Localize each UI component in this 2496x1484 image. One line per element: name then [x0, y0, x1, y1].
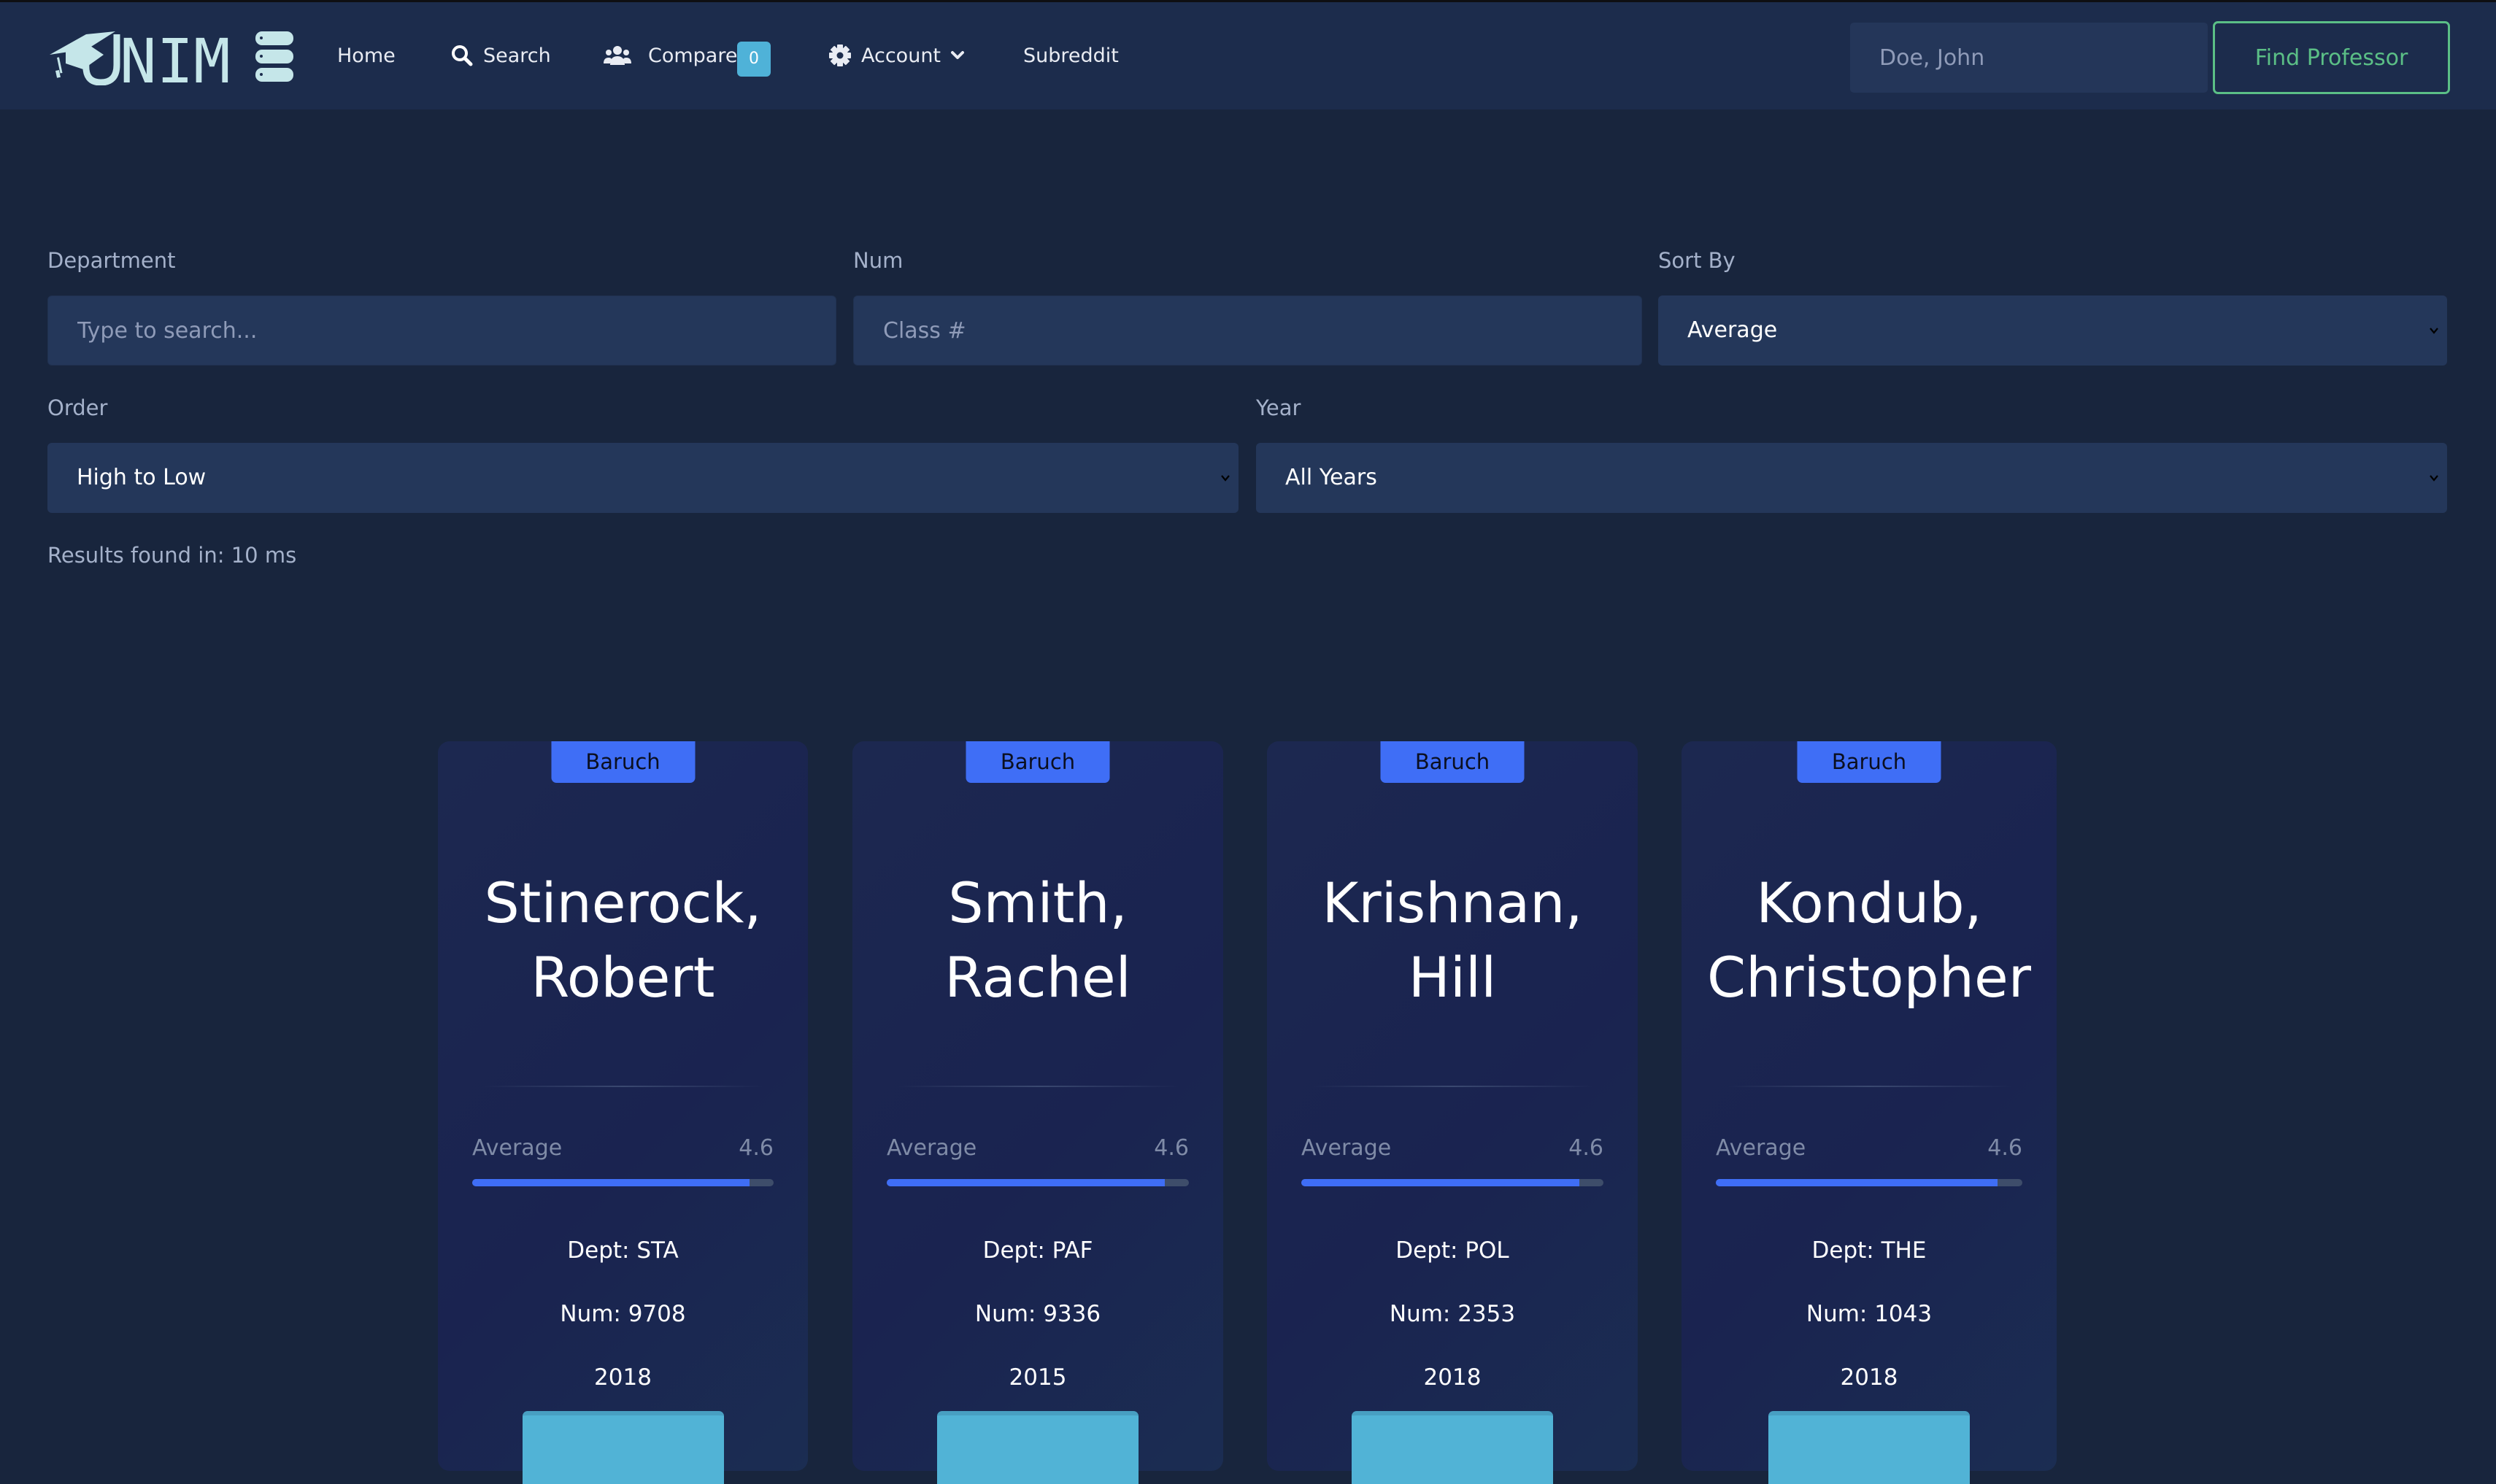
unime-logo[interactable]: NIM [44, 27, 296, 85]
school-badge: Baruch [966, 741, 1110, 783]
chevron-down-icon [2430, 328, 2438, 334]
average-progress-bar [887, 1179, 1189, 1186]
card-divider [1311, 1086, 1594, 1087]
navbar: NIM Home Search Compare 0 Account Subred… [0, 2, 2496, 109]
find-professor-button[interactable]: Find Professor [2213, 21, 2450, 94]
card-dept: Dept: THE [1811, 1237, 1927, 1264]
card-year: 2018 [1423, 1364, 1482, 1391]
chevron-down-icon [2430, 475, 2438, 482]
professor-last-name: Stinerock, [484, 870, 762, 935]
professor-last-name: Krishnan, [1322, 870, 1583, 935]
average-progress-fill [472, 1179, 750, 1186]
nav-compare-link[interactable]: Compare [648, 40, 737, 72]
sort-by-value: Average [1687, 317, 1778, 343]
chevron-down-icon [1221, 475, 1230, 482]
department-label: Department [47, 248, 176, 273]
card-num: Num: 9336 [974, 1301, 1101, 1327]
professor-card[interactable]: Baruch Stinerock, Robert Average 4.6 Dep… [438, 741, 808, 1484]
professor-last-name: Kondub, [1756, 870, 1982, 935]
card-divider [1726, 1086, 2012, 1087]
stat-value: 4.6 [1568, 1135, 1603, 1161]
department-input[interactable] [47, 295, 836, 366]
stat-label: Average [1716, 1135, 1806, 1161]
card-num: Num: 9708 [560, 1301, 686, 1327]
professor-card[interactable]: Baruch Kondub, Christopher Average 4.6 D… [1682, 741, 2057, 1484]
card-action-button[interactable] [522, 1411, 724, 1484]
school-badge: Baruch [551, 741, 695, 783]
class-number-input[interactable] [853, 295, 1642, 366]
card-action-button[interactable] [1768, 1411, 1970, 1484]
average-progress-fill [1301, 1179, 1579, 1186]
school-badge: Baruch [1797, 741, 1941, 783]
logo-text: NIM [120, 27, 231, 85]
year-select[interactable]: All Years [1256, 443, 2447, 513]
nav-account-dropdown[interactable]: Account [861, 40, 941, 72]
year-label: Year [1256, 395, 1301, 420]
card-action-button[interactable] [1352, 1411, 1553, 1484]
average-progress-fill [887, 1179, 1165, 1186]
stat-label: Average [887, 1135, 977, 1161]
compare-count-badge: 0 [737, 42, 771, 77]
search-icon [452, 45, 473, 66]
chevron-down-icon[interactable] [950, 49, 965, 62]
nav-home-link[interactable]: Home [337, 40, 396, 72]
professor-card[interactable]: Baruch Smith, Rachel Average 4.6 Dept: P… [852, 741, 1223, 1484]
sort-by-label: Sort By [1658, 248, 1736, 273]
card-num: Num: 2353 [1389, 1301, 1516, 1327]
stat-value: 4.6 [1987, 1135, 2022, 1161]
card-year: 2015 [1009, 1364, 1067, 1391]
professor-first-name: Rachel [944, 945, 1131, 1010]
users-icon [604, 46, 631, 65]
professor-first-name: Christopher [1707, 945, 2031, 1010]
order-value: High to Low [77, 465, 207, 490]
professor-first-name: Hill [1408, 945, 1497, 1010]
nav-search-link[interactable]: Search [483, 40, 551, 72]
gear-icon [829, 45, 851, 66]
professor-card[interactable]: Baruch Krishnan, Hill Average 4.6 Dept: … [1267, 741, 1638, 1484]
card-year: 2018 [1840, 1364, 1898, 1391]
stat-label: Average [472, 1135, 563, 1161]
stat-value: 4.6 [739, 1135, 774, 1161]
card-divider [482, 1086, 764, 1087]
year-value: All Years [1285, 465, 1377, 490]
average-progress-bar [472, 1179, 774, 1186]
stat-label: Average [1301, 1135, 1392, 1161]
card-dept: Dept: POL [1395, 1237, 1509, 1264]
order-label: Order [47, 395, 108, 420]
order-select[interactable]: High to Low [47, 443, 1239, 513]
professor-last-name: Smith, [948, 870, 1128, 935]
card-action-button[interactable] [937, 1411, 1139, 1484]
school-badge: Baruch [1380, 741, 1525, 783]
professor-search-input[interactable] [1850, 23, 2208, 93]
card-year: 2018 [594, 1364, 652, 1391]
card-dept: Dept: PAF [982, 1237, 1093, 1264]
average-progress-fill [1716, 1179, 1998, 1186]
nav-subreddit-link[interactable]: Subreddit [1023, 40, 1119, 72]
stat-value: 4.6 [1154, 1135, 1189, 1161]
num-label: Num [853, 248, 904, 273]
professor-first-name: Robert [531, 945, 715, 1010]
card-divider [896, 1086, 1179, 1087]
average-progress-bar [1301, 1179, 1603, 1186]
average-progress-bar [1716, 1179, 2022, 1186]
results-timing-text: Results found in: 10 ms [47, 543, 297, 568]
sort-by-select[interactable]: Average [1658, 295, 2447, 366]
card-dept: Dept: STA [567, 1237, 679, 1264]
card-num: Num: 1043 [1806, 1301, 1933, 1327]
